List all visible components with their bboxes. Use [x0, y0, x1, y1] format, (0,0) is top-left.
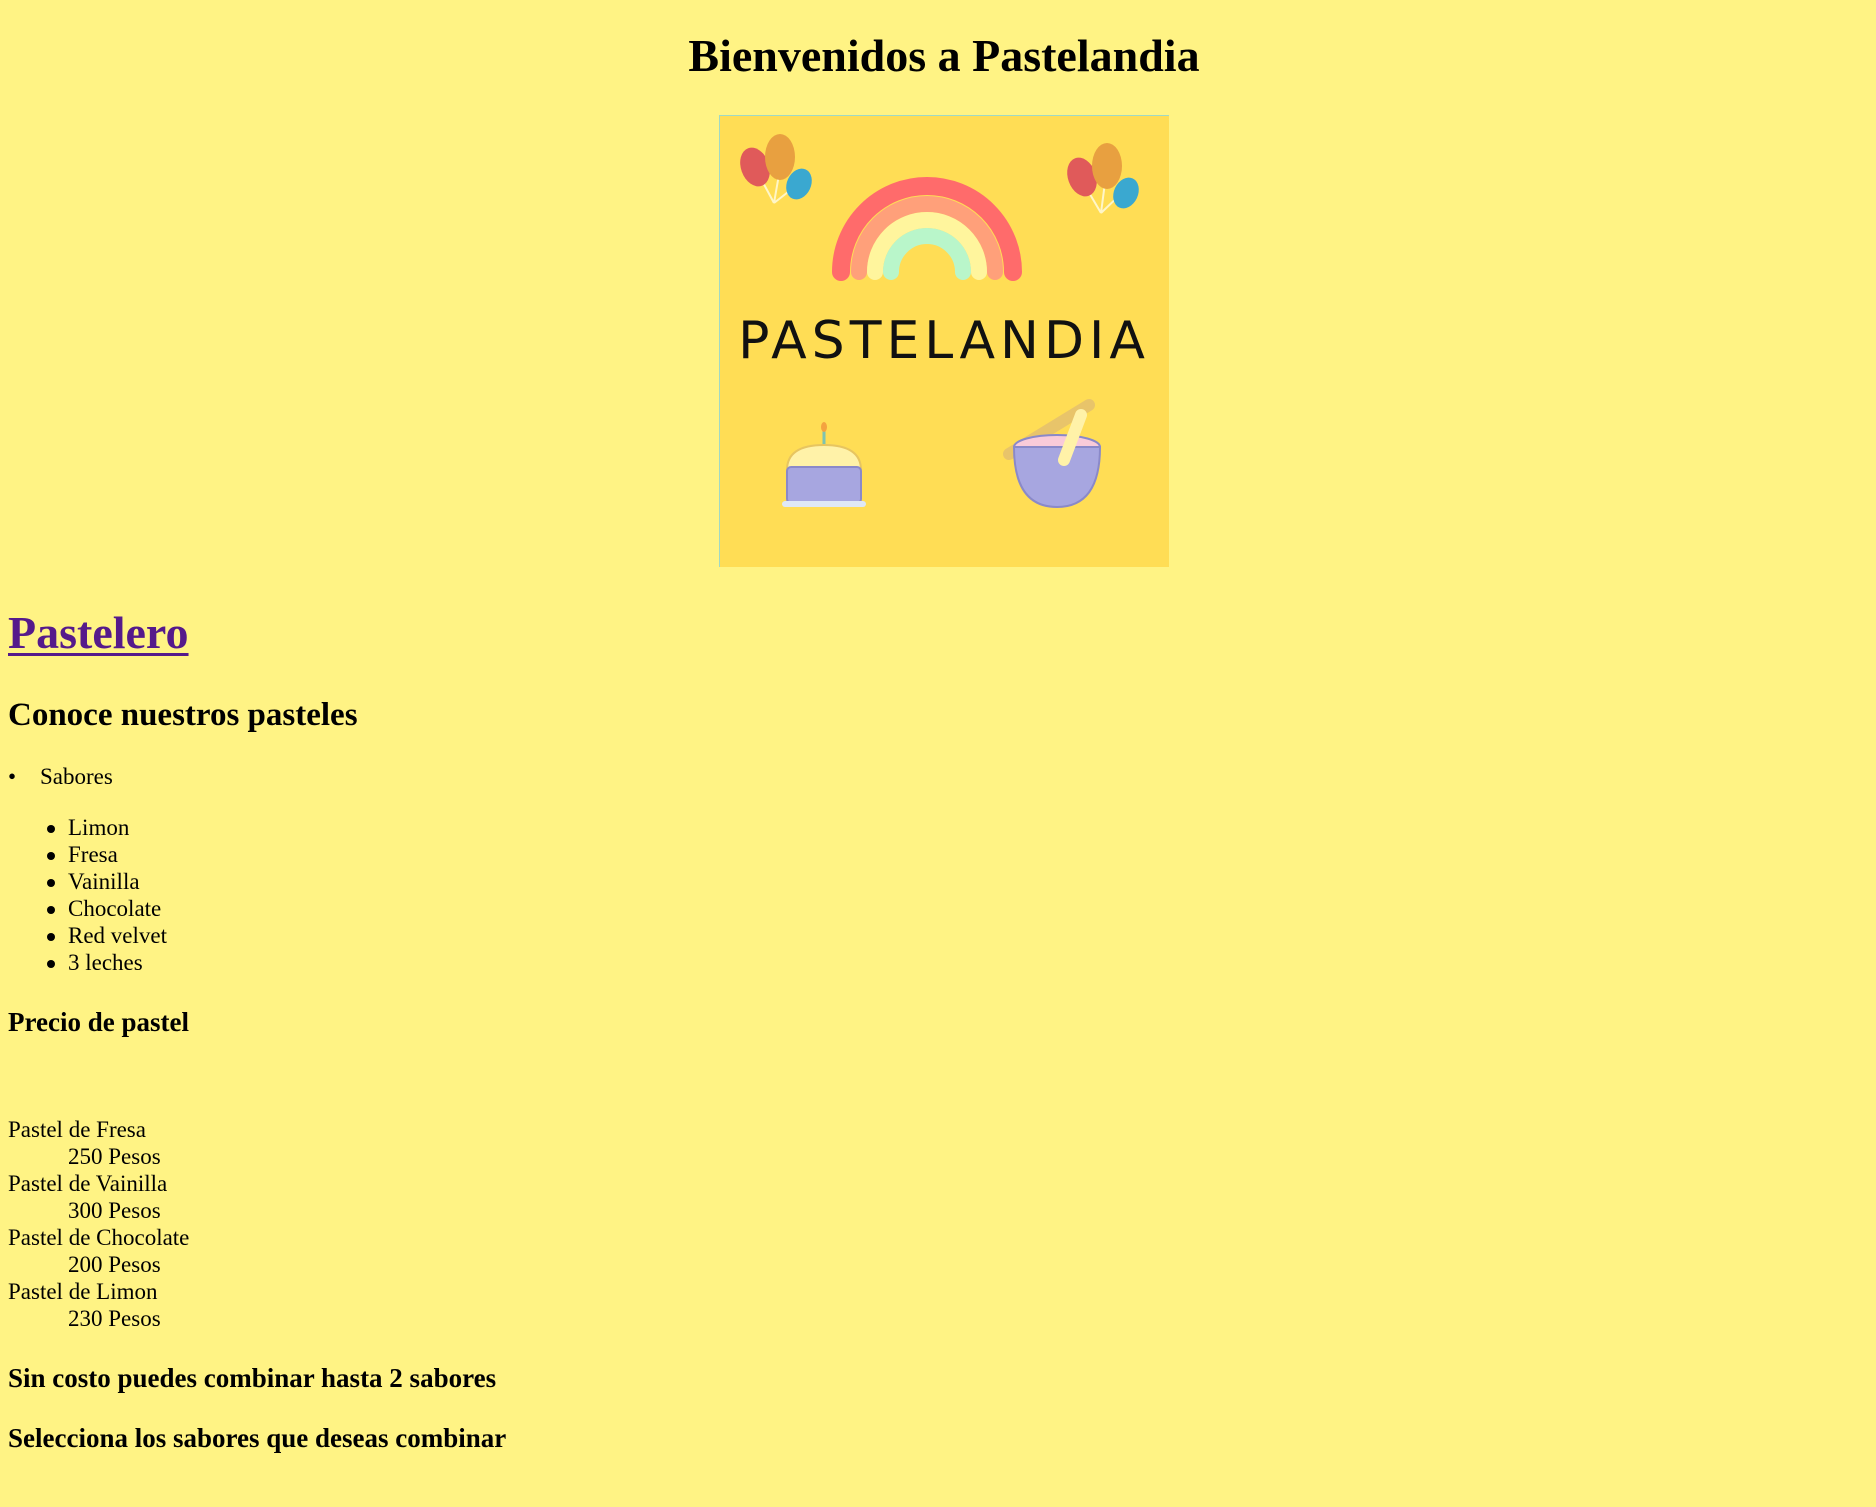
price-item-name: Pastel de Limon	[8, 1279, 158, 1304]
flavor-item: Chocolate	[8, 895, 167, 922]
price-list: Pastel de Fresa 250 Pesos Pastel de Vain…	[8, 1116, 189, 1332]
pastelero-link[interactable]: Pastelero	[8, 603, 189, 663]
flavor-item: 3 leches	[8, 949, 167, 976]
price-item-name: Pastel de Fresa	[8, 1117, 146, 1142]
price-item-value: 300 Pesos	[68, 1198, 161, 1223]
sabores-label: Sabores	[40, 764, 113, 789]
select-prompt: Selecciona los sabores que deseas combin…	[8, 1423, 507, 1453]
flavor-item: Limon	[8, 814, 167, 841]
combine-note: Sin costo puedes combinar hasta 2 sabore…	[8, 1363, 497, 1393]
price-item-name: Pastel de Vainilla	[8, 1171, 168, 1196]
price-item-name: Pastel de Chocolate	[8, 1225, 190, 1250]
sabores-list-item: • Sabores	[8, 762, 113, 792]
price-item-value: 250 Pesos	[68, 1144, 161, 1169]
flavor-item: Fresa	[8, 841, 167, 868]
price-item-value: 230 Pesos	[68, 1306, 161, 1331]
price-item-value: 200 Pesos	[68, 1252, 161, 1277]
flavor-item: Vainilla	[8, 868, 167, 895]
price-heading: Precio de pastel	[8, 1007, 189, 1037]
flavor-list: Limon Fresa Vainilla Chocolate Red velve…	[8, 814, 167, 976]
page-title: Bienvenidos a Pastelandia	[688, 30, 1200, 81]
cakes-heading: Conoce nuestros pasteles	[8, 697, 358, 733]
bullet-icon: •	[8, 764, 17, 789]
pastelandia-logo: PASTELANDIA	[719, 115, 1169, 567]
logo-brand-text: PASTELANDIA	[738, 311, 1150, 371]
page: Bienvenidos a Pastelandia PASTELANDIA Pa…	[0, 0, 1876, 1507]
flavor-item: Red velvet	[8, 922, 167, 949]
logo-graphic: PASTELANDIA	[719, 115, 1169, 567]
